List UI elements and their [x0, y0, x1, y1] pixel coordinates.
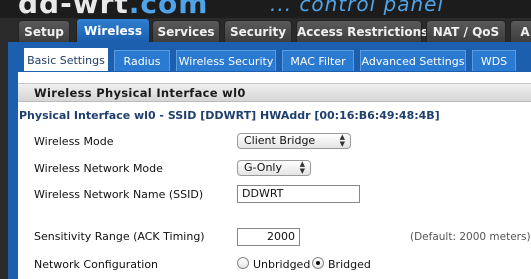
subtab-basic-settings[interactable]: Basic Settings — [24, 48, 108, 71]
unbridged-radio[interactable] — [237, 257, 249, 269]
ssid-input[interactable]: DDWRT — [237, 185, 360, 203]
select-arrows-icon: ▲ ▼ — [339, 133, 345, 148]
sensitivity-input[interactable]: 2000 — [237, 228, 300, 246]
main-nav-tabs: Setup Wireless Services Security Access … — [0, 18, 531, 42]
wireless-mode-label: Wireless Mode — [34, 135, 114, 148]
site-logo: dd-wrt.com — [18, 0, 208, 18]
logo-text: dd-wrt — [18, 0, 129, 18]
sensitivity-default-hint: (Default: 2000 meters) — [410, 231, 531, 243]
tab-wireless[interactable]: Wireless — [76, 18, 150, 42]
tab-services[interactable]: Services — [152, 20, 220, 42]
network-mode-value: G-Only — [244, 161, 282, 174]
network-config-label: Network Configuration — [34, 258, 159, 271]
wireless-mode-select[interactable]: Client Bridge ▲ ▼ — [237, 133, 351, 149]
network-mode-label: Wireless Network Mode — [34, 162, 163, 175]
subtab-wds[interactable]: WDS — [472, 50, 516, 71]
bridged-label: Bridged — [328, 258, 371, 271]
header-tagline: ... control panel — [270, 0, 445, 16]
tab-access-restrictions[interactable]: Access Restrictions — [296, 20, 428, 42]
tab-administration[interactable]: A — [510, 20, 531, 42]
header-banner: dd-wrt.com ... control panel — [0, 0, 531, 18]
section-title: Wireless Physical Interface wl0 — [18, 83, 531, 102]
subtab-mac-filter[interactable]: MAC Filter — [282, 50, 354, 71]
sensitivity-label: Sensitivity Range (ACK Timing) — [34, 230, 205, 243]
interface-title: Physical Interface wl0 - SSID [DDWRT] HW… — [19, 109, 440, 122]
subtab-advanced-settings[interactable]: Advanced Settings — [360, 50, 466, 71]
tab-nat-qos[interactable]: NAT / QoS — [426, 20, 506, 42]
logo-suffix: .com — [128, 0, 209, 18]
unbridged-label: Unbridged — [253, 258, 311, 271]
subtab-wireless-security[interactable]: Wireless Security — [176, 50, 276, 71]
ssid-label: Wireless Network Name (SSID) — [34, 188, 204, 201]
tab-security[interactable]: Security — [224, 20, 292, 42]
bridged-radio[interactable] — [312, 257, 324, 269]
wireless-mode-value: Client Bridge — [244, 134, 316, 147]
select-arrows-icon: ▲ ▼ — [299, 160, 305, 175]
tab-setup[interactable]: Setup — [18, 20, 70, 42]
subtab-radius[interactable]: Radius — [114, 50, 170, 71]
network-mode-select[interactable]: G-Only ▲ ▼ — [237, 160, 311, 176]
